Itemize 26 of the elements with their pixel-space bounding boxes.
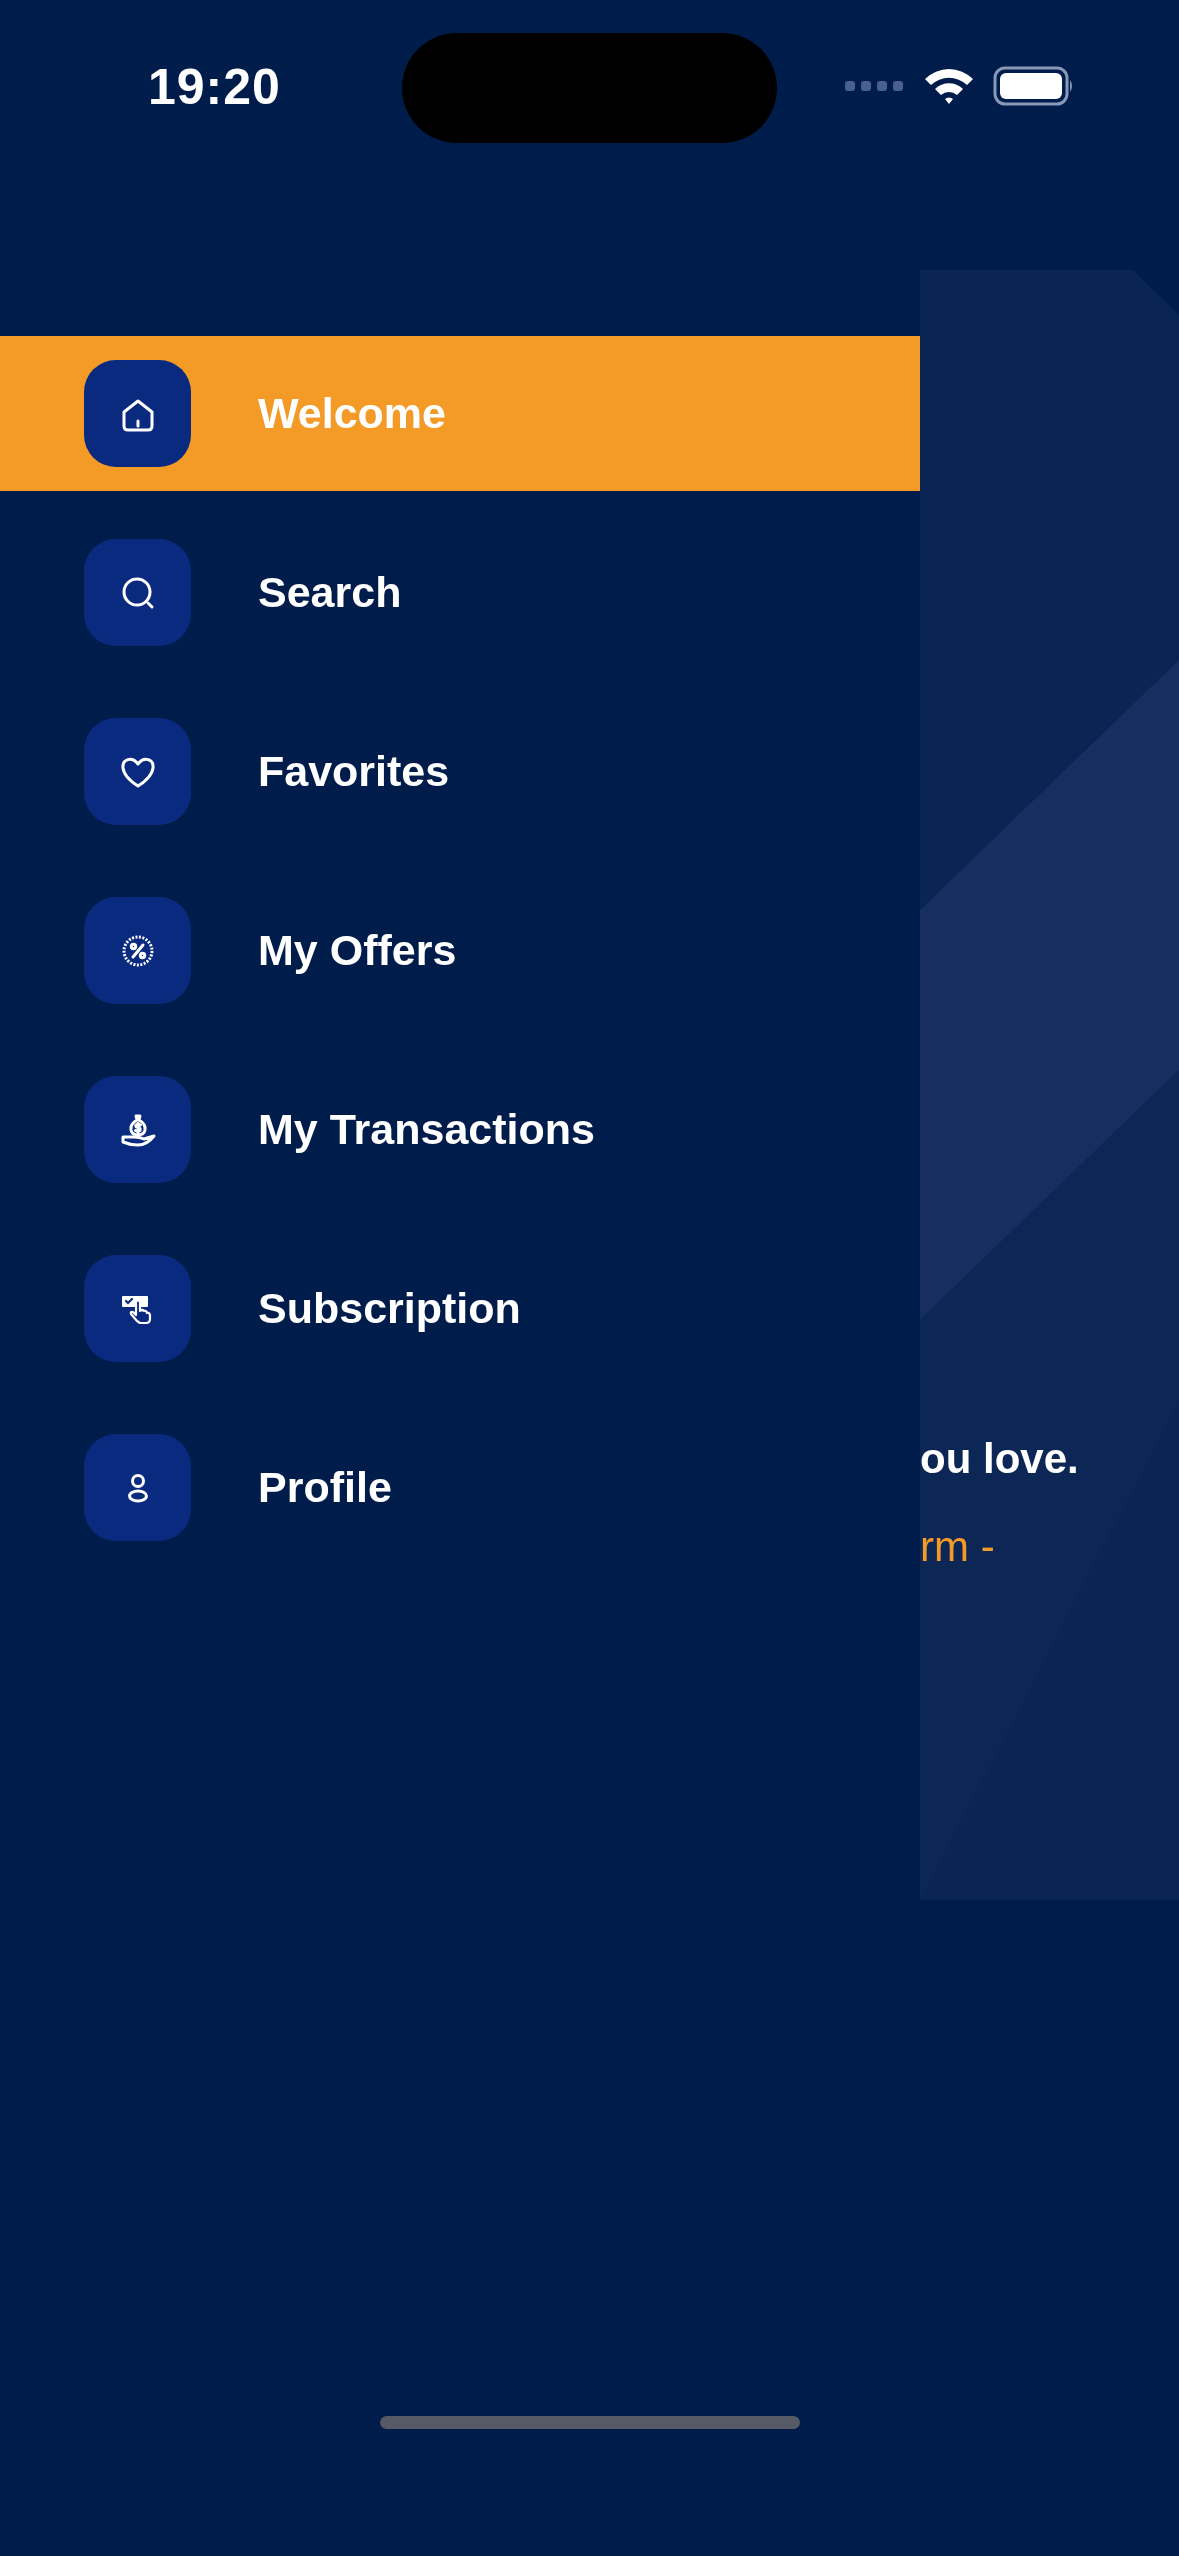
background-link-text: rm -: [920, 1523, 995, 1571]
menu-label: My Offers: [258, 926, 457, 975]
person-icon: [84, 1434, 191, 1541]
menu-label: My Transactions: [258, 1105, 595, 1154]
wifi-icon: [923, 66, 975, 106]
menu-item[interactable]: Favorites: [0, 694, 920, 849]
search-icon: [84, 539, 191, 646]
menu-label: Welcome: [258, 389, 446, 438]
hand-click-icon: [84, 1255, 191, 1362]
signal-icon: [845, 80, 905, 92]
home-icon: [84, 360, 191, 467]
money-hand-icon: [84, 1076, 191, 1183]
menu-item[interactable]: Subscription: [0, 1231, 920, 1386]
menu-label: Favorites: [258, 747, 450, 796]
status-time: 19:20: [148, 58, 281, 116]
menu-item[interactable]: My Transactions: [0, 1052, 920, 1207]
heart-icon: [84, 718, 191, 825]
menu-label: Profile: [258, 1463, 392, 1512]
menu-item[interactable]: Profile: [0, 1410, 920, 1565]
menu-label: Search: [258, 568, 402, 617]
battery-icon: [993, 66, 1075, 106]
menu-item[interactable]: Search: [0, 515, 920, 670]
background-heading: ou love.: [920, 1435, 1079, 1483]
menu-item[interactable]: My Offers: [0, 873, 920, 1028]
percent-badge-icon: [84, 897, 191, 1004]
menu-label: Subscription: [258, 1284, 521, 1333]
